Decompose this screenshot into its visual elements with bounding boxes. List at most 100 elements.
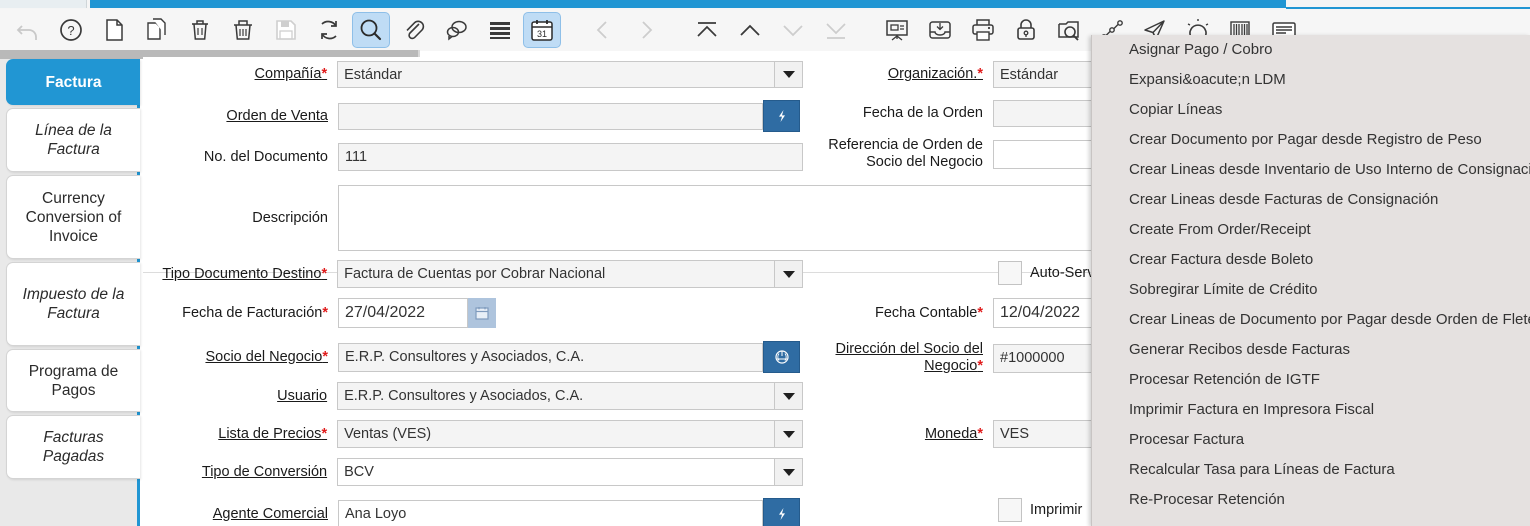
previous-record-icon[interactable] — [728, 11, 771, 49]
orden-de-venta-lookup-button[interactable] — [763, 100, 800, 132]
sidebar-item-facturas-pagadas[interactable]: Facturas Pagadas — [6, 415, 140, 479]
field-label: Compañía* — [143, 66, 327, 83]
zoom-across-icon[interactable] — [1047, 11, 1090, 49]
delete-icon[interactable] — [178, 11, 221, 49]
fecha-facturacion-input[interactable]: 27/04/2022 — [338, 298, 468, 328]
no-documento-input[interactable]: 111 — [338, 143, 803, 171]
help-icon[interactable]: ? — [49, 11, 92, 49]
new-record-icon[interactable] — [92, 11, 135, 49]
chevron-down-icon — [783, 71, 795, 78]
required-marker: * — [977, 426, 983, 442]
first-record-icon[interactable] — [685, 11, 728, 49]
last-record-icon[interactable] — [814, 11, 857, 49]
sidebar-item-factura[interactable]: Factura — [6, 59, 140, 105]
sidebar-item-label: Facturas Pagadas — [15, 428, 132, 466]
menu-item[interactable]: Copiar Líneas — [1092, 95, 1530, 125]
menu-item[interactable]: Crear Lineas de Documento por Pagar desd… — [1092, 305, 1530, 335]
field-descripcion: Descripción — [143, 185, 1103, 251]
imprimir-checkbox[interactable] — [998, 498, 1022, 522]
agente-comercial-lookup-button[interactable] — [763, 498, 800, 526]
menu-item[interactable]: Imprimir Factura en Impresora Fiscal — [1092, 395, 1530, 425]
menu-item[interactable]: Procesar Retención de IGTF — [1092, 365, 1530, 395]
next-icon[interactable] — [624, 11, 667, 49]
attachment-icon[interactable] — [392, 11, 435, 49]
sidebar-item-label: Línea de la Factura — [15, 121, 132, 159]
sidebar-item-currency-conversion-of-invoice[interactable]: Currency Conversion of Invoice — [6, 175, 140, 259]
agente-comercial-input[interactable]: Ana Loyo — [338, 500, 763, 526]
tipo-de-conversion-dropdown-button[interactable] — [775, 458, 803, 486]
menu-item[interactable]: Crear Lineas desde Inventario de Uso Int… — [1092, 155, 1530, 185]
field-no-documento: No. del Documento 111 — [143, 143, 803, 171]
report-icon[interactable] — [875, 11, 918, 49]
field-label: Orden de Venta — [143, 108, 328, 125]
tab-active-factura[interactable] — [90, 0, 1286, 8]
field-tipo-documento-destino: Tipo Documento Destino* Factura de Cuent… — [143, 260, 803, 288]
usuario-dropdown-button[interactable] — [775, 382, 803, 410]
menu-item[interactable]: Recalcular Tasa para Líneas de Factura — [1092, 455, 1530, 485]
compania-dropdown-button[interactable] — [775, 61, 803, 88]
usuario-input[interactable]: E.R.P. Consultores y Asociados, C.A. — [337, 382, 775, 410]
required-marker: * — [977, 305, 983, 321]
field-socio-del-negocio: Socio del Negocio* E.R.P. Consultores y … — [143, 341, 803, 373]
sidebar-item-impuesto-de-la-factura[interactable]: Impuesto de la Factura — [6, 262, 140, 346]
field-label: Moneda* — [813, 426, 983, 443]
menu-item[interactable]: Crear Documento por Pagar desde Registro… — [1092, 125, 1530, 155]
field-label: Fecha de la Orden — [813, 105, 983, 122]
required-marker: * — [321, 66, 327, 82]
tab-inactive[interactable] — [0, 0, 87, 8]
undo-icon[interactable] — [6, 11, 49, 49]
field-compania: Compañía* Estándar — [143, 61, 803, 88]
menu-item[interactable]: Create From Order/Receipt — [1092, 215, 1530, 245]
svg-text:31: 31 — [537, 29, 547, 39]
required-marker: * — [322, 305, 328, 321]
field-label: Lista de Precios* — [143, 426, 327, 443]
compania-input[interactable]: Estándar — [337, 61, 775, 88]
delete-selection-icon[interactable] — [221, 11, 264, 49]
next-record-icon[interactable] — [771, 11, 814, 49]
archive-icon[interactable] — [918, 11, 961, 49]
sidebar-item-linea-de-la-factura[interactable]: Línea de la Factura — [6, 108, 140, 172]
sidebar-item-label: Factura — [46, 73, 102, 92]
imprimir-label: Imprimir — [1030, 502, 1082, 518]
copy-record-icon[interactable] — [135, 11, 178, 49]
fecha-facturacion-calendar-button[interactable] — [468, 298, 496, 328]
socio-del-negocio-lookup-button[interactable] — [763, 341, 800, 373]
menu-item[interactable]: Expansi&oacute;n LDM — [1092, 65, 1530, 95]
menu-item[interactable]: Generar Recibos desde Facturas — [1092, 335, 1530, 365]
find-icon[interactable] — [352, 12, 390, 48]
required-marker: * — [321, 426, 327, 442]
orden-de-venta-input[interactable] — [338, 103, 763, 130]
menu-item[interactable]: Asignar Pago / Cobro — [1092, 35, 1530, 65]
descripcion-input[interactable] — [338, 185, 1093, 251]
menu-item[interactable]: Crear Lineas desde Facturas de Consignac… — [1092, 185, 1530, 215]
tipo-de-conversion-input[interactable]: BCV — [337, 458, 775, 486]
chevron-down-icon — [783, 469, 795, 476]
print-icon[interactable] — [961, 11, 1004, 49]
lightning-icon — [775, 507, 789, 521]
socio-del-negocio-input[interactable]: E.R.P. Consultores y Asociados, C.A. — [338, 343, 763, 372]
process-dropdown-menu: Asignar Pago / Cobro Expansi&oacute;n LD… — [1091, 35, 1530, 526]
sidebar-item-programa-de-pagos[interactable]: Programa de Pagos — [6, 349, 140, 412]
refresh-icon[interactable] — [307, 11, 350, 49]
lista-de-precios-dropdown-button[interactable] — [775, 420, 803, 448]
field-label: Tipo Documento Destino* — [143, 266, 327, 283]
auto-servicio-checkbox[interactable] — [998, 261, 1022, 285]
menu-item[interactable]: Sobregirar Límite de Crédito — [1092, 275, 1530, 305]
business-partner-icon — [774, 349, 790, 365]
tipo-documento-destino-input[interactable]: Factura de Cuentas por Cobrar Nacional — [337, 260, 775, 288]
field-label: Fecha de Facturación* — [143, 305, 328, 322]
tipo-documento-destino-dropdown-button[interactable] — [775, 260, 803, 288]
chat-icon[interactable] — [435, 11, 478, 49]
calendar-icon[interactable]: 31 — [523, 12, 561, 48]
previous-icon[interactable] — [581, 11, 624, 49]
field-label: Fecha Contable* — [813, 305, 983, 322]
menu-item[interactable]: Procesar Factura — [1092, 425, 1530, 455]
grid-toggle-icon[interactable] — [478, 11, 521, 49]
menu-item[interactable]: Re-Procesar Retención — [1092, 485, 1530, 515]
svg-text:?: ? — [67, 23, 74, 38]
field-label: No. del Documento — [143, 149, 328, 166]
menu-item[interactable]: Crear Factura desde Boleto — [1092, 245, 1530, 275]
save-icon[interactable] — [264, 11, 307, 49]
lista-de-precios-input[interactable]: Ventas (VES) — [337, 420, 775, 448]
lock-icon[interactable] — [1004, 11, 1047, 49]
